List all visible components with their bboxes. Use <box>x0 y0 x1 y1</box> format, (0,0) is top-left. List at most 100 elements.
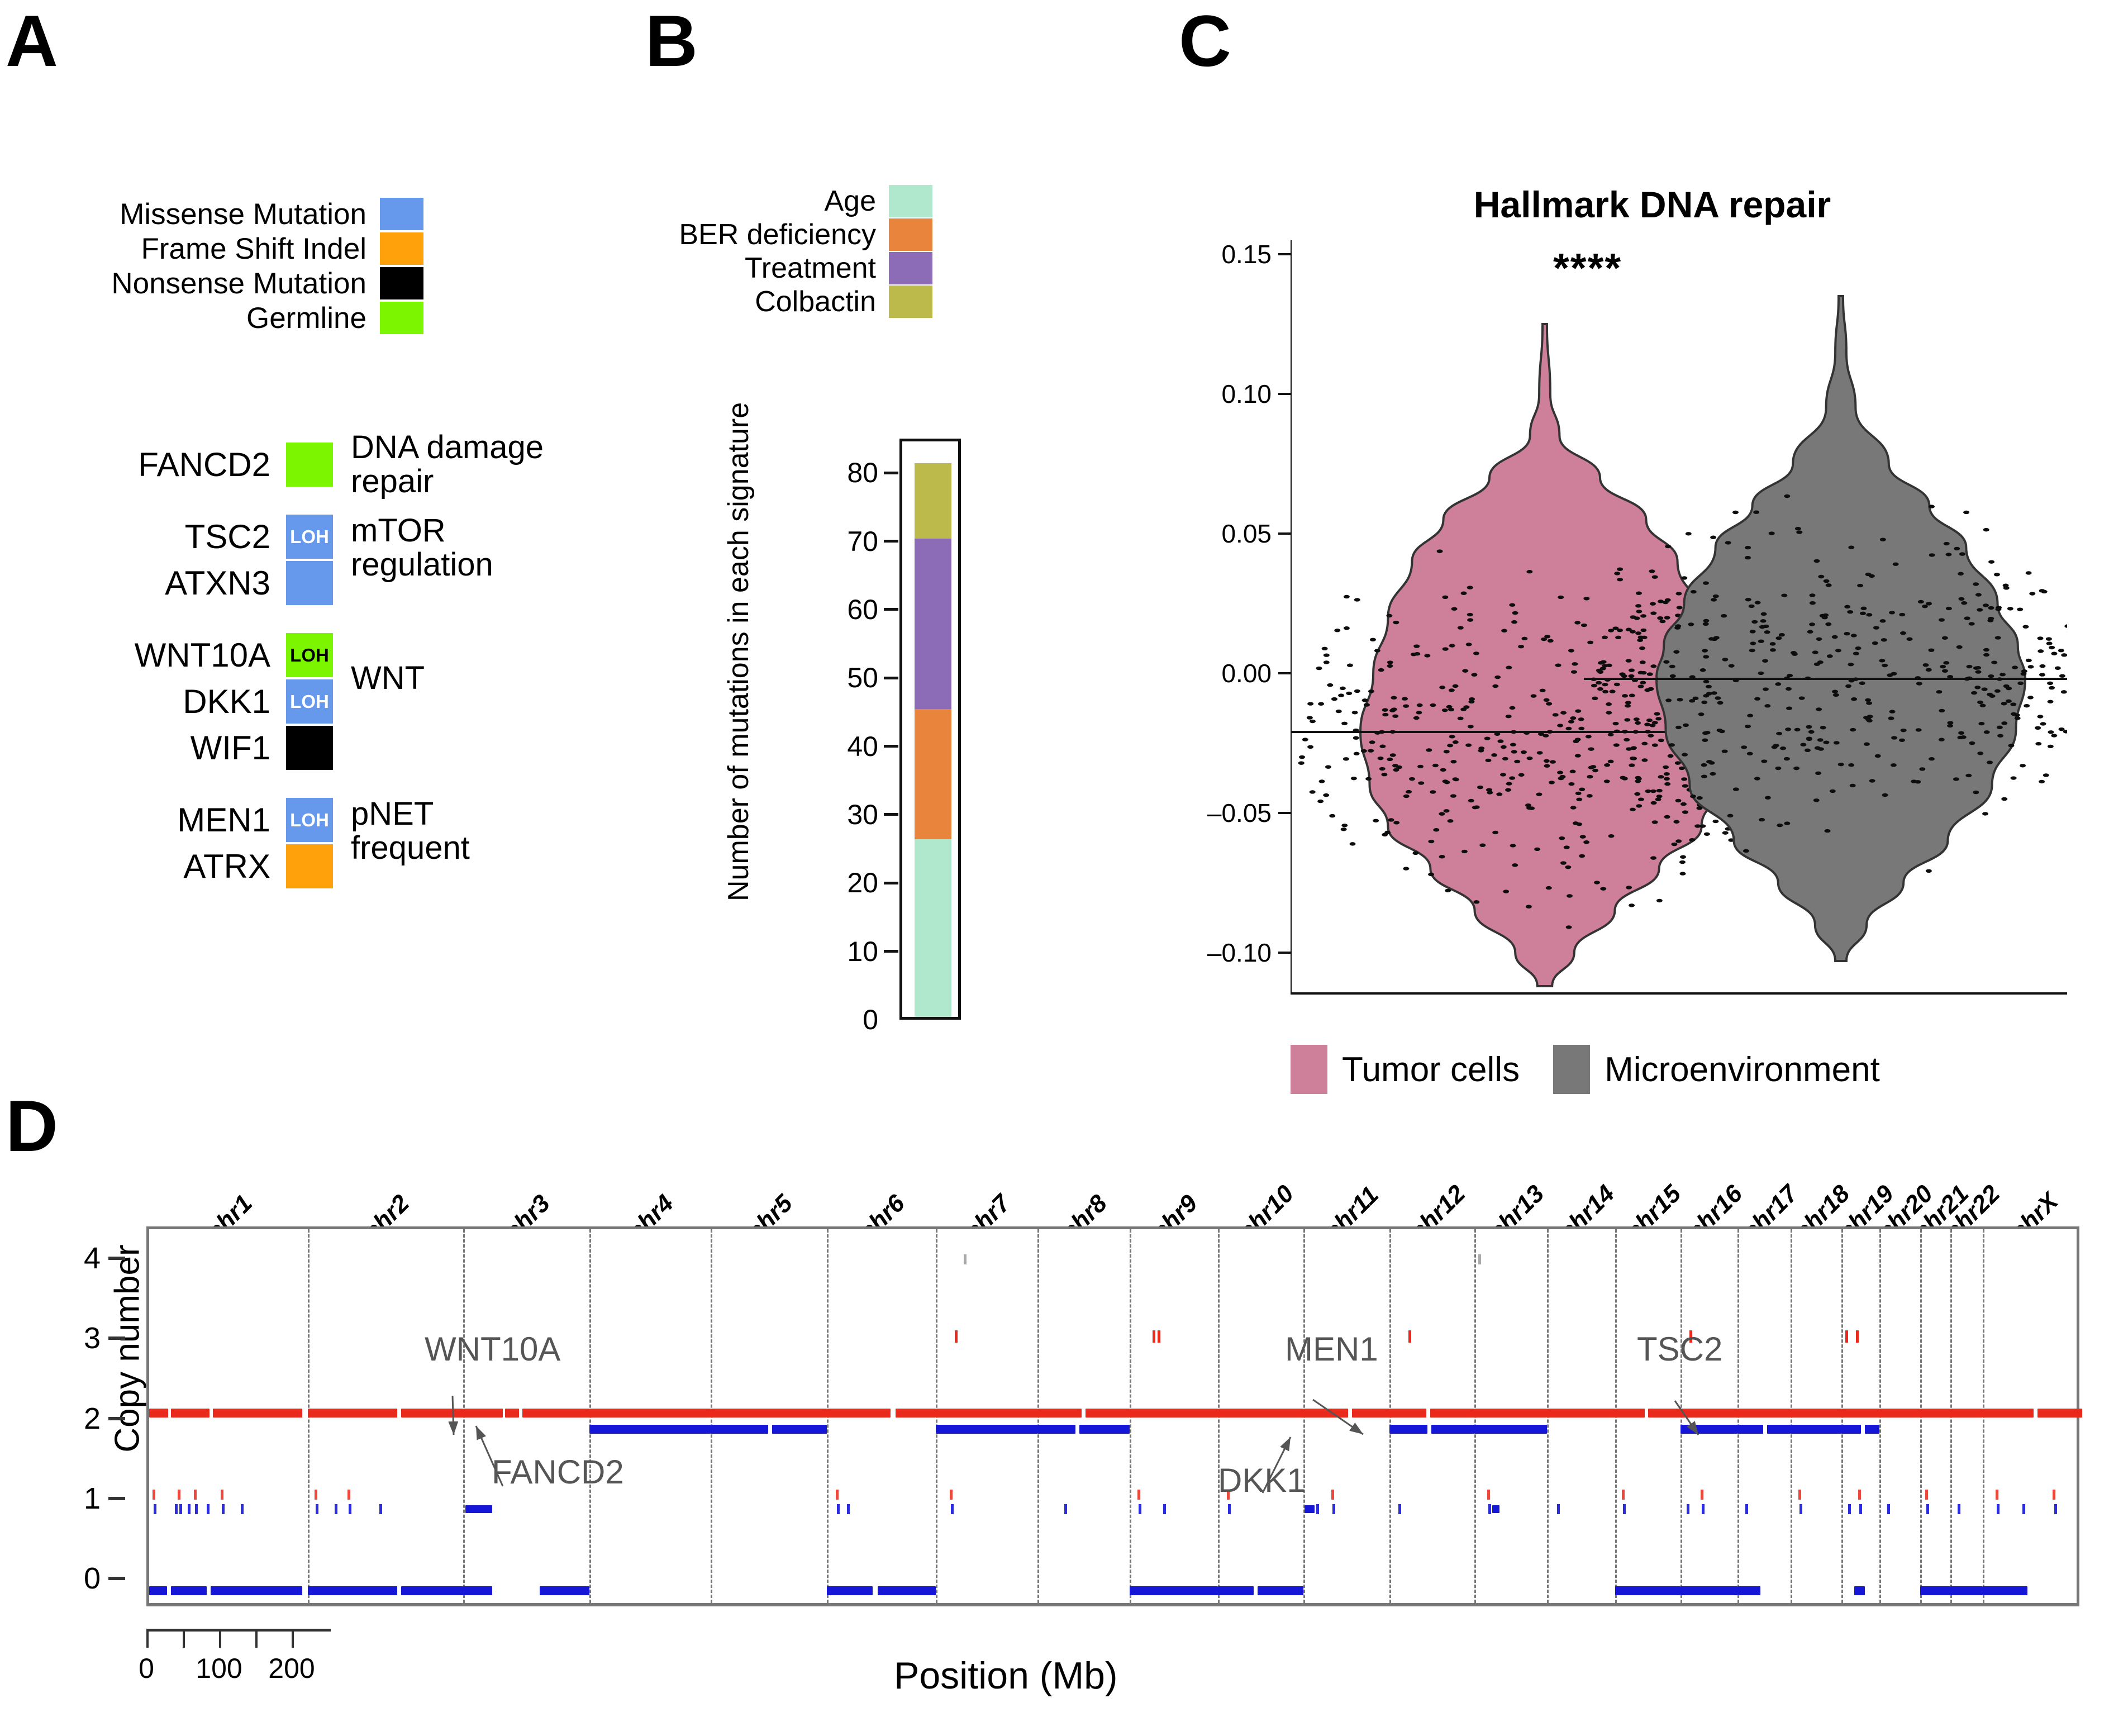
gene-name: DKK1 <box>183 683 270 720</box>
copy-number-point <box>241 1504 244 1515</box>
copy-number-segment <box>1854 1586 1865 1596</box>
signature-legend-label: Treatment <box>744 252 876 284</box>
violin-tick: 0.05 <box>1207 519 1291 549</box>
scale-bar-graphic <box>146 1629 331 1648</box>
copy-number-segment <box>1130 1409 1218 1418</box>
violin-shapes <box>1291 240 2067 995</box>
gene-annotation-tsc2: TSC2 <box>1637 1330 1723 1368</box>
copy-number-tick: 4 <box>84 1241 126 1276</box>
copy-number-tick-label: 4 <box>84 1242 101 1276</box>
copy-number-segment <box>1086 1409 1130 1418</box>
copy-number-segment <box>210 1586 303 1596</box>
violin-legend-item: Tumor cells <box>1291 1045 1520 1094</box>
bchart-tick-label: 20 <box>847 867 878 899</box>
gene-row: WIF1 <box>67 725 570 771</box>
violin-body-microenvironment <box>1655 295 2027 962</box>
scale-bar-tick-label: 0 <box>139 1653 154 1684</box>
copy-number-segment <box>1791 1409 1842 1418</box>
copy-number-point <box>836 1504 840 1515</box>
gene-row: TSC2 LOH mTOR regulation <box>67 513 570 582</box>
gene-category-list: FANCD2 DNA damage repair TSC2 LOH mTOR regul… <box>67 430 570 890</box>
copy-number-segment <box>1492 1505 1500 1514</box>
signature-legend-item: Age <box>642 184 933 218</box>
copy-number-point <box>1995 1490 1998 1500</box>
copy-number-segment <box>1950 1586 1983 1596</box>
copy-number-point <box>206 1504 210 1515</box>
scale-bar-labels: 0 100 200 <box>139 1652 370 1686</box>
copy-number-segment <box>1737 1409 1791 1418</box>
copy-number-point <box>1622 1504 1626 1515</box>
copy-number-point <box>1137 1490 1140 1500</box>
copy-number-segment <box>149 1409 169 1418</box>
bchart-tick: 80 <box>847 456 898 489</box>
signature-legend-label: BER deficiency <box>679 218 876 251</box>
violin-tick-mark <box>1278 393 1291 395</box>
bchart-tick-mark <box>884 881 898 884</box>
gene-name: ATRX <box>183 848 270 885</box>
copy-number-segment <box>1615 1409 1645 1418</box>
copy-number-point <box>1848 1504 1851 1515</box>
bchart-tick-mark <box>884 1019 898 1021</box>
gene-row: ATRX <box>67 843 570 890</box>
gene-mutation-swatch <box>285 441 334 488</box>
copy-number-segment <box>1130 1586 1218 1596</box>
copy-number-segment <box>589 1424 711 1434</box>
copy-number-segment <box>1079 1424 1130 1434</box>
signature-legend-label: Colbactin <box>755 286 876 318</box>
panel-letter-b: B <box>645 0 698 82</box>
bchart-tick: 60 <box>847 593 898 626</box>
violin-tick-mark <box>1278 952 1291 954</box>
copy-number-segment <box>1982 1409 2034 1418</box>
gene-loh-swatch: LOH <box>285 513 334 560</box>
copy-number-segment <box>710 1409 827 1418</box>
bchart-tick: 50 <box>847 662 898 694</box>
violin-tick-label: 0.10 <box>1221 379 1272 408</box>
copy-number-segment <box>1648 1409 1680 1418</box>
gene-group: WNT10A LOH WNT DKK1 LOH WIF1 <box>67 632 570 771</box>
copy-number-segment <box>308 1586 398 1596</box>
copy-number-segment <box>170 1586 207 1596</box>
copy-number-tick-mark <box>108 1496 126 1500</box>
bchart-tick-mark <box>884 540 898 543</box>
gene-loh-swatch: LOH <box>285 797 334 843</box>
mutation-signature-stacked-bar-chart: Number of mutations in each signature 0 1… <box>698 402 967 1070</box>
copy-number-segment <box>1037 1409 1082 1418</box>
copy-number-segment <box>1950 1409 1983 1418</box>
panel-c: C Hallmark DNA repair **** –0.10 –0.05 0.0… <box>1179 0 2109 1095</box>
copy-number-segment <box>1841 1424 1861 1434</box>
mutation-legend-swatch <box>379 301 425 335</box>
copy-number-point <box>1331 1490 1334 1500</box>
copy-number-segment <box>589 1409 711 1418</box>
gene-name: ATXN3 <box>165 564 270 602</box>
copy-number-point <box>1408 1330 1412 1343</box>
copy-number-segment <box>1737 1424 1764 1434</box>
gene-category-label: DNA damage repair <box>351 429 544 500</box>
copy-number-segment <box>772 1424 827 1434</box>
copy-number-point <box>153 1504 156 1515</box>
violin-plot-area: –0.10 –0.05 0.00 0.05 0.10 0.15 <box>1207 240 2067 1022</box>
mutation-legend-swatch <box>379 231 425 266</box>
copy-number-segment <box>1474 1424 1547 1434</box>
copy-number-point <box>179 1504 182 1515</box>
copy-number-segment <box>1920 1409 1950 1418</box>
copy-number-segment <box>1982 1586 2027 1596</box>
copy-number-tick: 3 <box>84 1321 126 1355</box>
copy-number-point <box>950 1490 953 1500</box>
copy-number-segment <box>1546 1409 1616 1418</box>
gene-mutation-swatch <box>285 725 334 771</box>
gene-name: TSC2 <box>184 518 270 555</box>
copy-number-point <box>316 1504 319 1515</box>
signature-legend-swatch <box>888 218 933 251</box>
copy-number-point <box>1855 1330 1859 1343</box>
copy-number-point <box>335 1504 338 1515</box>
violin-tick: 0.10 <box>1207 379 1291 409</box>
copy-number-point <box>1316 1504 1319 1515</box>
copy-number-segment <box>1217 1586 1254 1596</box>
bchart-tick-mark <box>884 813 898 816</box>
copy-number-point <box>1139 1504 1142 1515</box>
bchart-y-axis-label: Number of mutations in each signature <box>722 402 755 901</box>
gene-row: MEN1 LOH pNET frequent <box>67 797 570 865</box>
panel-a: A Missense Mutation Frame Shift Indel Nons… <box>0 0 642 1095</box>
bchart-tick-label: 10 <box>847 935 878 967</box>
copy-number-tick-mark <box>108 1416 126 1420</box>
